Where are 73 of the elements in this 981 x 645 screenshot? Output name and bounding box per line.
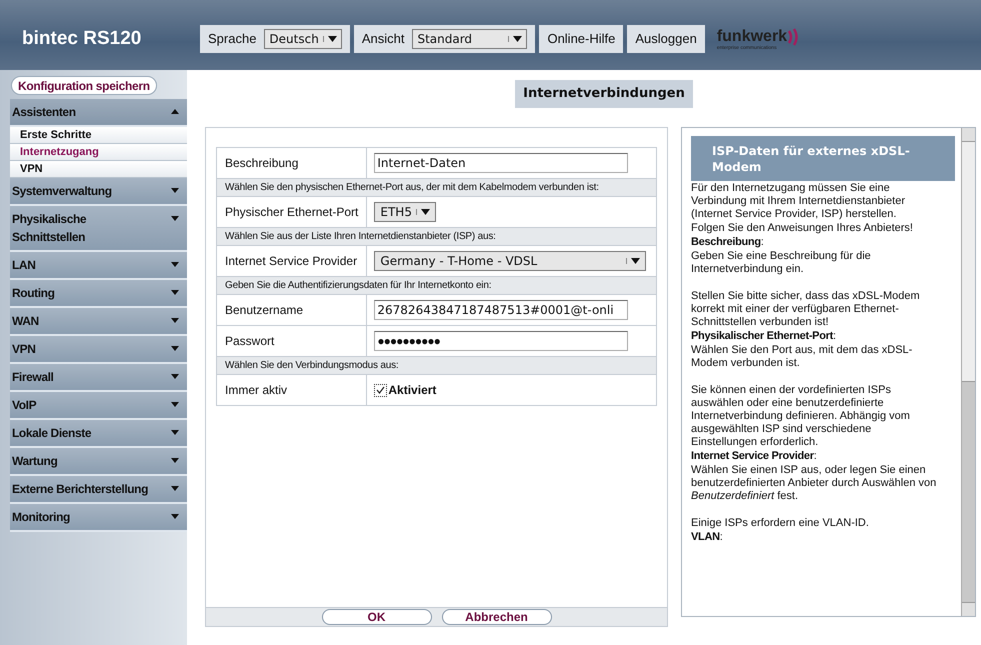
expand-icon [171,290,179,295]
sidebar-section[interactable]: VPN [10,336,187,364]
password-field[interactable]: ●●●●●●●●●● [374,331,628,351]
expand-icon [171,430,179,435]
save-config-button[interactable]: Konfiguration speichern [11,76,157,95]
help-paragraph: Stellen Sie bitte sicher, dass das xDSL-Modem korrekt mit einer der verfügbaren Ethernet-Schnittstellen verbunden ist! [691,290,921,329]
text-field[interactable]: Internet-Daten [374,153,628,173]
dropdown-arrow-icon [513,36,522,42]
sidebar-section[interactable]: Assistenten [10,99,187,127]
help-paragraph: Geben Sie eine Beschreibung für die Internetverbindung ein. [691,250,872,276]
expand-icon [171,514,179,519]
text-field[interactable]: 26782643847187487513#0001@t-onli [374,300,628,320]
sidebar-subitem[interactable]: Erste Schritte [10,127,187,144]
expand-icon [171,402,179,407]
dropdown-arrow-icon [420,209,430,215]
sidebar-subitem[interactable]: Internetzugang [10,144,187,161]
view-select[interactable]: Standard [412,29,528,49]
section-hint: Wählen Sie den physischen Ethernet-Port aus, der mit dem Kabelmodem verbunden ist: [216,178,656,196]
help-paragraph: Wählen Sie einen ISP aus, oder legen Sie einen benutzerdefinierten Anbieter durch Auswählen von Benutzerdefiniert fest. [691,464,938,503]
help-term: VLAN: [691,531,724,544]
header-button[interactable]: Online-Hilfe [539,25,624,53]
sidebar-section[interactable]: Physikalische Schnittstellen [10,206,187,252]
page-title: Internetverbindungen [515,80,693,108]
help-term: Internet Service Provider: [691,450,818,463]
sidebar-section[interactable]: Monitoring [10,504,187,532]
view-label: Ansicht [362,30,404,48]
expand-icon [171,318,179,323]
expand-icon [171,346,179,351]
language-label: Sprache [208,30,256,48]
expand-icon [171,188,179,193]
dropdown-arrow-icon [631,258,640,264]
section-hint: Wählen Sie aus der Liste Ihren Internetdienstanbieter (ISP) aus: [216,228,656,246]
field-label: Immer aktiv [216,374,367,406]
help-paragraph: Sie können einen der vordefinierten ISPs auswählen oder eine benutzerdefinierte Internetverbindung definieren. Abhängig vom ausgewählten ISP sind verschiedene Einstellungen erforderlich. [691,384,911,449]
provider-select[interactable]: Germany - T-Home - VDSL [374,251,646,271]
help-term: Physikalischer Ethernet-Port: [691,330,837,343]
section-hint: Geben Sie die Authentifizierungsdaten für Ihr Internetkonto ein: [216,276,656,294]
sidebar-section[interactable]: Externe Berichterstellung [10,476,187,504]
expand-icon [171,486,179,491]
checkbox-label: Aktiviert [388,382,436,399]
sidebar-section[interactable]: Lokale Dienste [10,420,187,448]
header-button[interactable]: Ausloggen [627,25,705,53]
sidebar-section[interactable]: Wartung [10,448,187,476]
port-select[interactable]: ETH5 [374,202,436,222]
dropdown-arrow-icon [328,36,337,42]
field-label: Benutzername [216,294,367,326]
field-label: Beschreibung [216,148,367,178]
help-title: ISP-Daten für externes xDSL-Modem [691,136,955,181]
help-paragraph: Wählen Sie den Port aus, mit dem das xDSL-Modem verbunden ist. [691,344,914,370]
help-paragraph: Für den Internetzugang müssen Sie eine Verbindung mit Ihrem Internetdienstanbieter (Internet Service Provider, ISP) herstellen. [691,182,906,221]
product-name: bintec RS120 [21,26,142,51]
sidebar-subitem[interactable]: VPN [10,161,187,178]
collapse-icon [171,109,179,114]
expand-icon [171,216,179,221]
form-button[interactable]: Abbrechen [442,609,552,625]
sidebar-section[interactable]: VoIP [10,392,187,420]
sidebar-section[interactable]: Systemverwaltung [10,178,187,206]
help-paragraph: Folgen Sie den Anweisungen Ihres Anbieters! [691,222,914,235]
checkbox[interactable] [374,384,388,396]
sidebar-section[interactable]: WAN [10,308,187,336]
section-hint: Wählen Sie den Verbindungsmodus aus: [216,356,656,374]
form-button[interactable]: OK [322,609,432,625]
expand-icon [171,262,179,267]
sidebar-section[interactable]: LAN [10,252,187,280]
expand-icon [171,374,179,379]
expand-icon [171,458,179,463]
logo-text: funkwerk [716,28,788,44]
help-paragraph: Einige ISPs erfordern eine VLAN-ID. [691,517,870,530]
check-icon [376,386,386,394]
help-term: Beschreibung: [691,236,765,249]
language-select[interactable]: Deutsch [264,29,342,49]
sidebar-section[interactable]: Firewall [10,364,187,392]
sidebar-section[interactable]: Routing [10,280,187,308]
